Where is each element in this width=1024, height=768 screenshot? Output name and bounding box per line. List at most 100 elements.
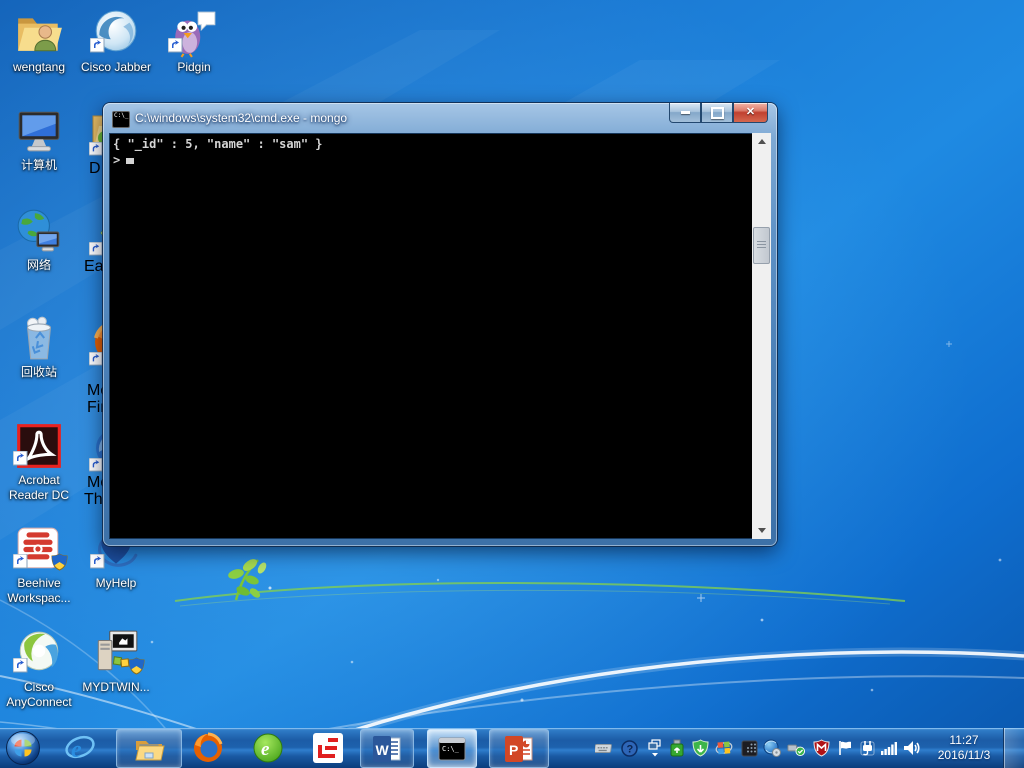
mcafee-icon[interactable]: [812, 739, 830, 757]
remote-desktop-icon[interactable]: [740, 739, 758, 757]
usb-drive-icon[interactable]: [668, 739, 686, 757]
icon-label: Pidgin: [177, 60, 211, 74]
scrollbar-thumb[interactable]: [753, 227, 770, 264]
desktop-icon-acrobat-reader[interactable]: Acrobat Reader DC: [0, 421, 78, 503]
shortcut-arrow-badge: [12, 553, 28, 574]
shortcut-arrow-badge: [12, 657, 28, 678]
taskbar-windows-explorer[interactable]: [116, 729, 182, 768]
minimize-icon: [680, 111, 690, 114]
beehive-icon: [12, 524, 68, 574]
icon-label: MyHelp: [95, 576, 137, 590]
installer-icon: [91, 628, 145, 678]
clock-time: 11:27: [949, 733, 979, 747]
show-hidden-icons-button[interactable]: [646, 739, 664, 757]
taskbar-cmd[interactable]: C:\_: [427, 729, 477, 768]
vertical-scrollbar[interactable]: [752, 133, 771, 539]
clock-date: 2016/11/3: [937, 748, 991, 762]
shortcut-arrow-badge: [12, 450, 28, 471]
icon-label: Beehive Workspac...: [7, 576, 71, 605]
keyboard-icon[interactable]: [595, 739, 613, 757]
icon-label: Cisco Jabber: [80, 60, 152, 74]
word-icon: W: [373, 735, 401, 762]
network-globe-icon[interactable]: [763, 739, 781, 757]
close-button[interactable]: ✕: [733, 103, 768, 123]
network-signal-icon[interactable]: [880, 739, 898, 757]
shortcut-arrow-badge: [89, 458, 103, 472]
taskbar-internet-explorer[interactable]: e: [64, 732, 96, 764]
taskbar-firefox[interactable]: [192, 732, 224, 764]
anyconnect-icon: [12, 628, 64, 678]
shortcut-arrow-badge: [89, 242, 103, 256]
svg-text:e: e: [261, 739, 270, 760]
window-title: C:\windows\system32\cmd.exe - mongo: [135, 111, 348, 125]
hidden-d-label: D: [89, 160, 101, 177]
desktop-icon-mydtwin[interactable]: MYDTWIN...: [77, 628, 155, 695]
desktop-icon-computer[interactable]: 计算机: [0, 106, 78, 173]
start-button[interactable]: [5, 730, 41, 766]
console-cursor: [126, 158, 135, 164]
icon-label: 回收站: [20, 365, 57, 379]
taskbar: e e W C:\_ P ? 11:27 2016/11/3: [0, 728, 1024, 768]
taskbar-green-browser[interactable]: e: [252, 732, 284, 764]
green-browser-icon: e: [253, 733, 283, 763]
svg-text:?: ?: [626, 743, 633, 755]
taskbar-word[interactable]: W: [360, 729, 414, 768]
console-client-area: { "_id" : 5, "name" : "sam" } >: [109, 133, 771, 539]
firefox-icon: [194, 732, 223, 762]
scroll-up-button[interactable]: [752, 133, 771, 150]
windows-update-icon[interactable]: [715, 739, 733, 757]
desktop: wengtang Cisco Jabber Pidgin 计算机 网络 回收站 …: [0, 0, 1024, 768]
volume-icon[interactable]: [903, 739, 921, 757]
recycle-bin-icon: [14, 313, 64, 363]
desktop-icon-cisco-anyconnect[interactable]: Cisco AnyConnect: [0, 628, 78, 710]
folder-icon: [135, 740, 165, 760]
shortcut-arrow-badge: [89, 142, 103, 156]
scroll-up-icon: [757, 139, 766, 144]
desktop-icon-beehive-workspace[interactable]: Beehive Workspac...: [0, 524, 78, 606]
title-bar[interactable]: C:\_ C:\windows\system32\cmd.exe - mongo…: [103, 103, 777, 133]
cmd-icon: C:\_: [438, 737, 466, 760]
taskbar-powerpoint[interactable]: P: [489, 729, 549, 768]
icon-label: 计算机: [20, 158, 57, 172]
powerpoint-icon: P: [505, 735, 533, 762]
desktop-icon-pidgin[interactable]: Pidgin: [155, 8, 233, 75]
desktop-icon-cisco-jabber[interactable]: Cisco Jabber: [77, 8, 155, 75]
shortcut-arrow-badge: [167, 37, 183, 58]
computer-icon: [14, 106, 64, 156]
shortcut-arrow-badge: [89, 553, 105, 574]
scroll-down-button[interactable]: [752, 522, 771, 539]
safely-remove-hardware-icon[interactable]: [787, 739, 805, 757]
shortcut-arrow-badge: [89, 352, 103, 366]
close-icon: ✕: [745, 106, 756, 118]
desktop-icon-wengtang[interactable]: wengtang: [0, 8, 78, 75]
shortcut-arrow-badge: [89, 37, 105, 58]
internet-explorer-icon: e: [65, 735, 95, 763]
user-folder-icon: [14, 8, 64, 58]
letv-icon: [313, 733, 343, 763]
svg-text:P: P: [509, 742, 518, 758]
svg-text:e: e: [71, 737, 82, 763]
power-plug-icon[interactable]: [858, 739, 876, 757]
maximize-icon: [710, 106, 724, 119]
scroll-down-icon: [757, 528, 766, 533]
svg-text:W: W: [376, 742, 390, 758]
console-line-1: { "_id" : 5, "name" : "sam" }: [113, 137, 323, 151]
help-icon[interactable]: ?: [620, 739, 638, 757]
taskbar-clock[interactable]: 11:27 2016/11/3: [928, 733, 1000, 763]
icon-label: MYDTWIN...: [82, 680, 150, 694]
desktop-icon-network[interactable]: 网络: [0, 206, 78, 273]
desktop-icon-recycle-bin[interactable]: 回收站: [0, 313, 78, 380]
maximize-button[interactable]: [701, 103, 733, 123]
taskbar-letv[interactable]: [312, 732, 344, 764]
cmd-window: C:\_ C:\windows\system32\cmd.exe - mongo…: [103, 103, 777, 546]
svg-text:C:\_: C:\_: [442, 745, 460, 753]
pidgin-icon: [167, 8, 219, 58]
cisco-jabber-icon: [89, 8, 141, 58]
minimize-button[interactable]: [669, 103, 701, 123]
action-center-flag-icon[interactable]: [836, 739, 854, 757]
network-icon: [14, 206, 64, 256]
security-shield-icon[interactable]: [691, 739, 709, 757]
icon-label: 网络: [26, 258, 51, 272]
console-output[interactable]: { "_id" : 5, "name" : "sam" } >: [109, 133, 752, 539]
show-desktop-button[interactable]: [1003, 728, 1024, 768]
